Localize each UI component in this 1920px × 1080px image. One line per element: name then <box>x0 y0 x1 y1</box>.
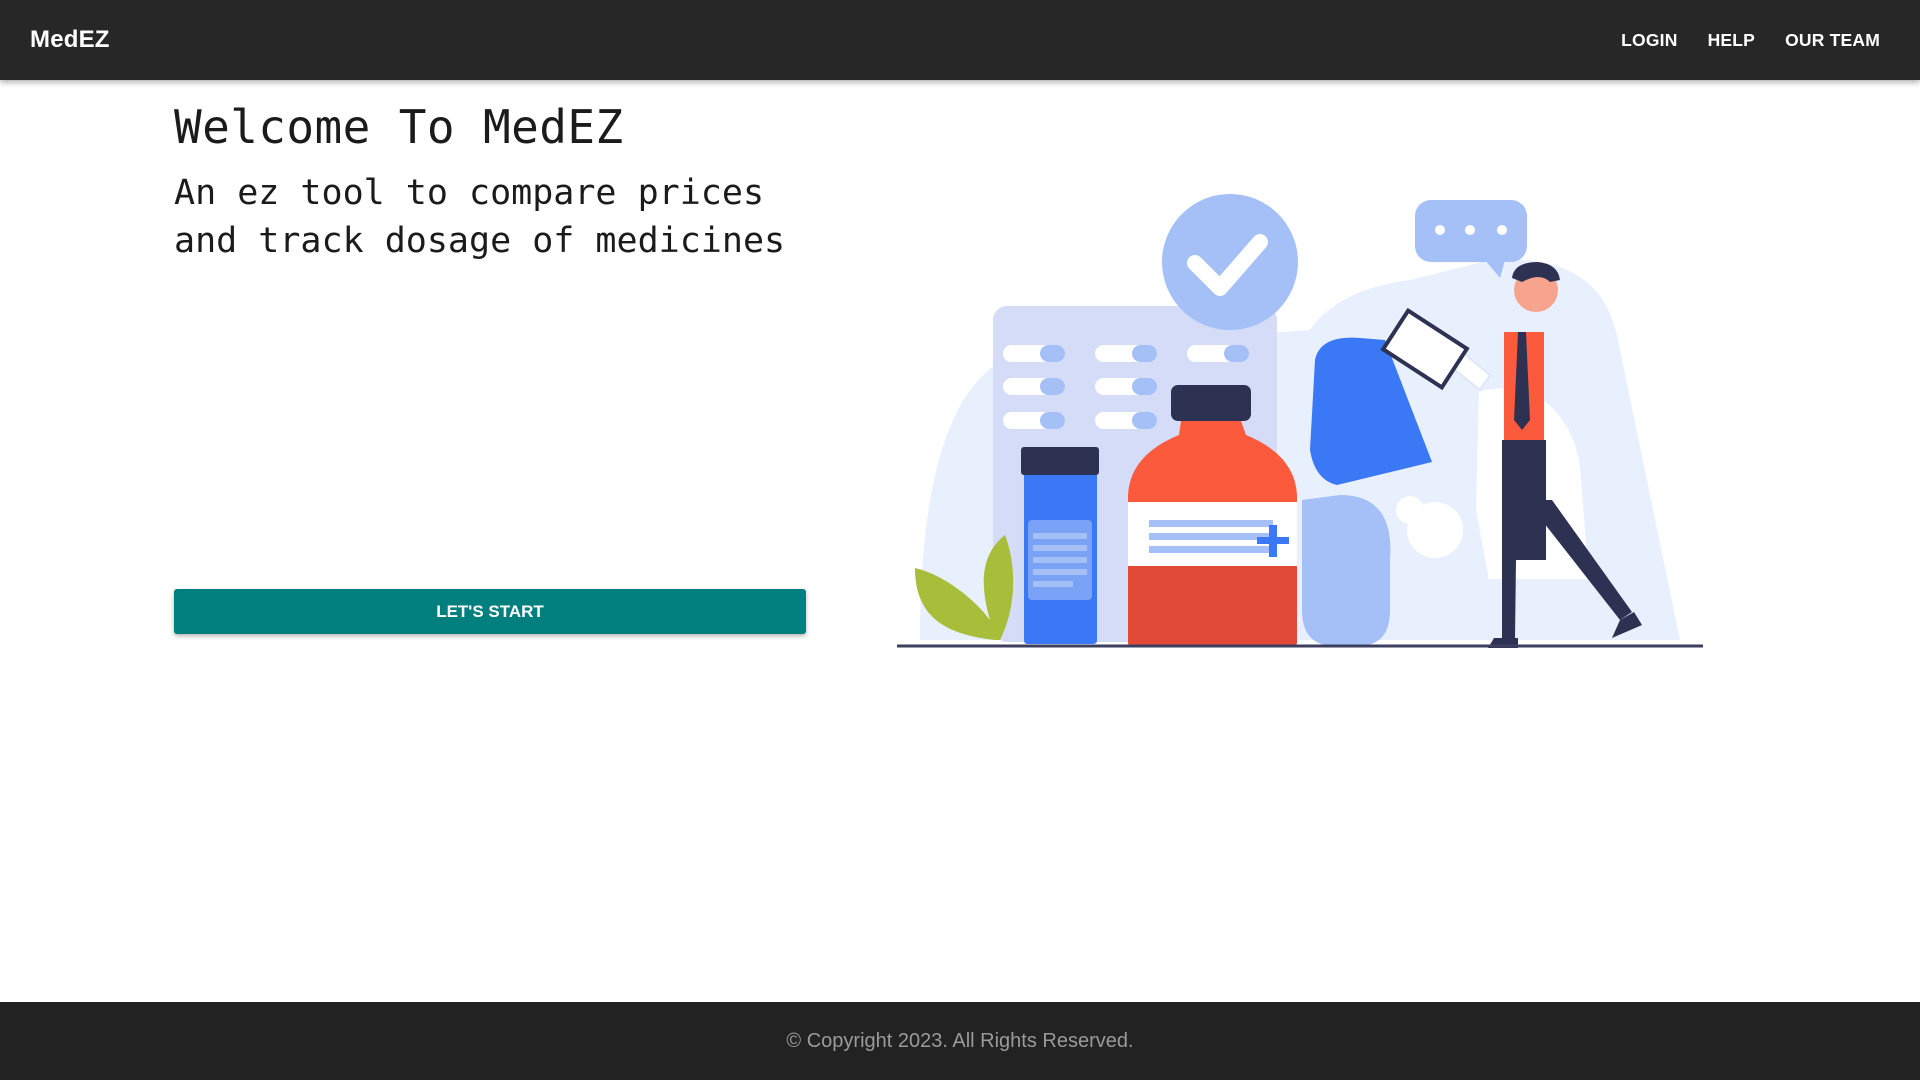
nav-help-link[interactable]: HELP <box>1708 30 1755 51</box>
lets-start-button[interactable]: LET'S START <box>174 589 806 634</box>
page-footer: © Copyright 2023. All Rights Reserved. <box>0 1002 1920 1080</box>
top-navbar: MedEZ LOGIN HELP OUR TEAM <box>0 0 1920 80</box>
nav-login-link[interactable]: LOGIN <box>1621 30 1677 51</box>
hero-subtitle: An ez tool to compare prices and track d… <box>174 173 786 261</box>
check-circle-icon <box>1162 194 1298 330</box>
hero-illustration <box>897 194 1703 648</box>
nav-our-team-link[interactable]: OUR TEAM <box>1785 30 1880 51</box>
page-title: Welcome To MedEZ <box>174 100 624 154</box>
brand-logo[interactable]: MedEZ <box>30 0 110 80</box>
pill-bottle-icon <box>1021 447 1099 644</box>
copyright-text: © Copyright 2023. All Rights Reserved. <box>786 1029 1134 1052</box>
main-nav: LOGIN HELP OUR TEAM <box>1621 0 1880 80</box>
